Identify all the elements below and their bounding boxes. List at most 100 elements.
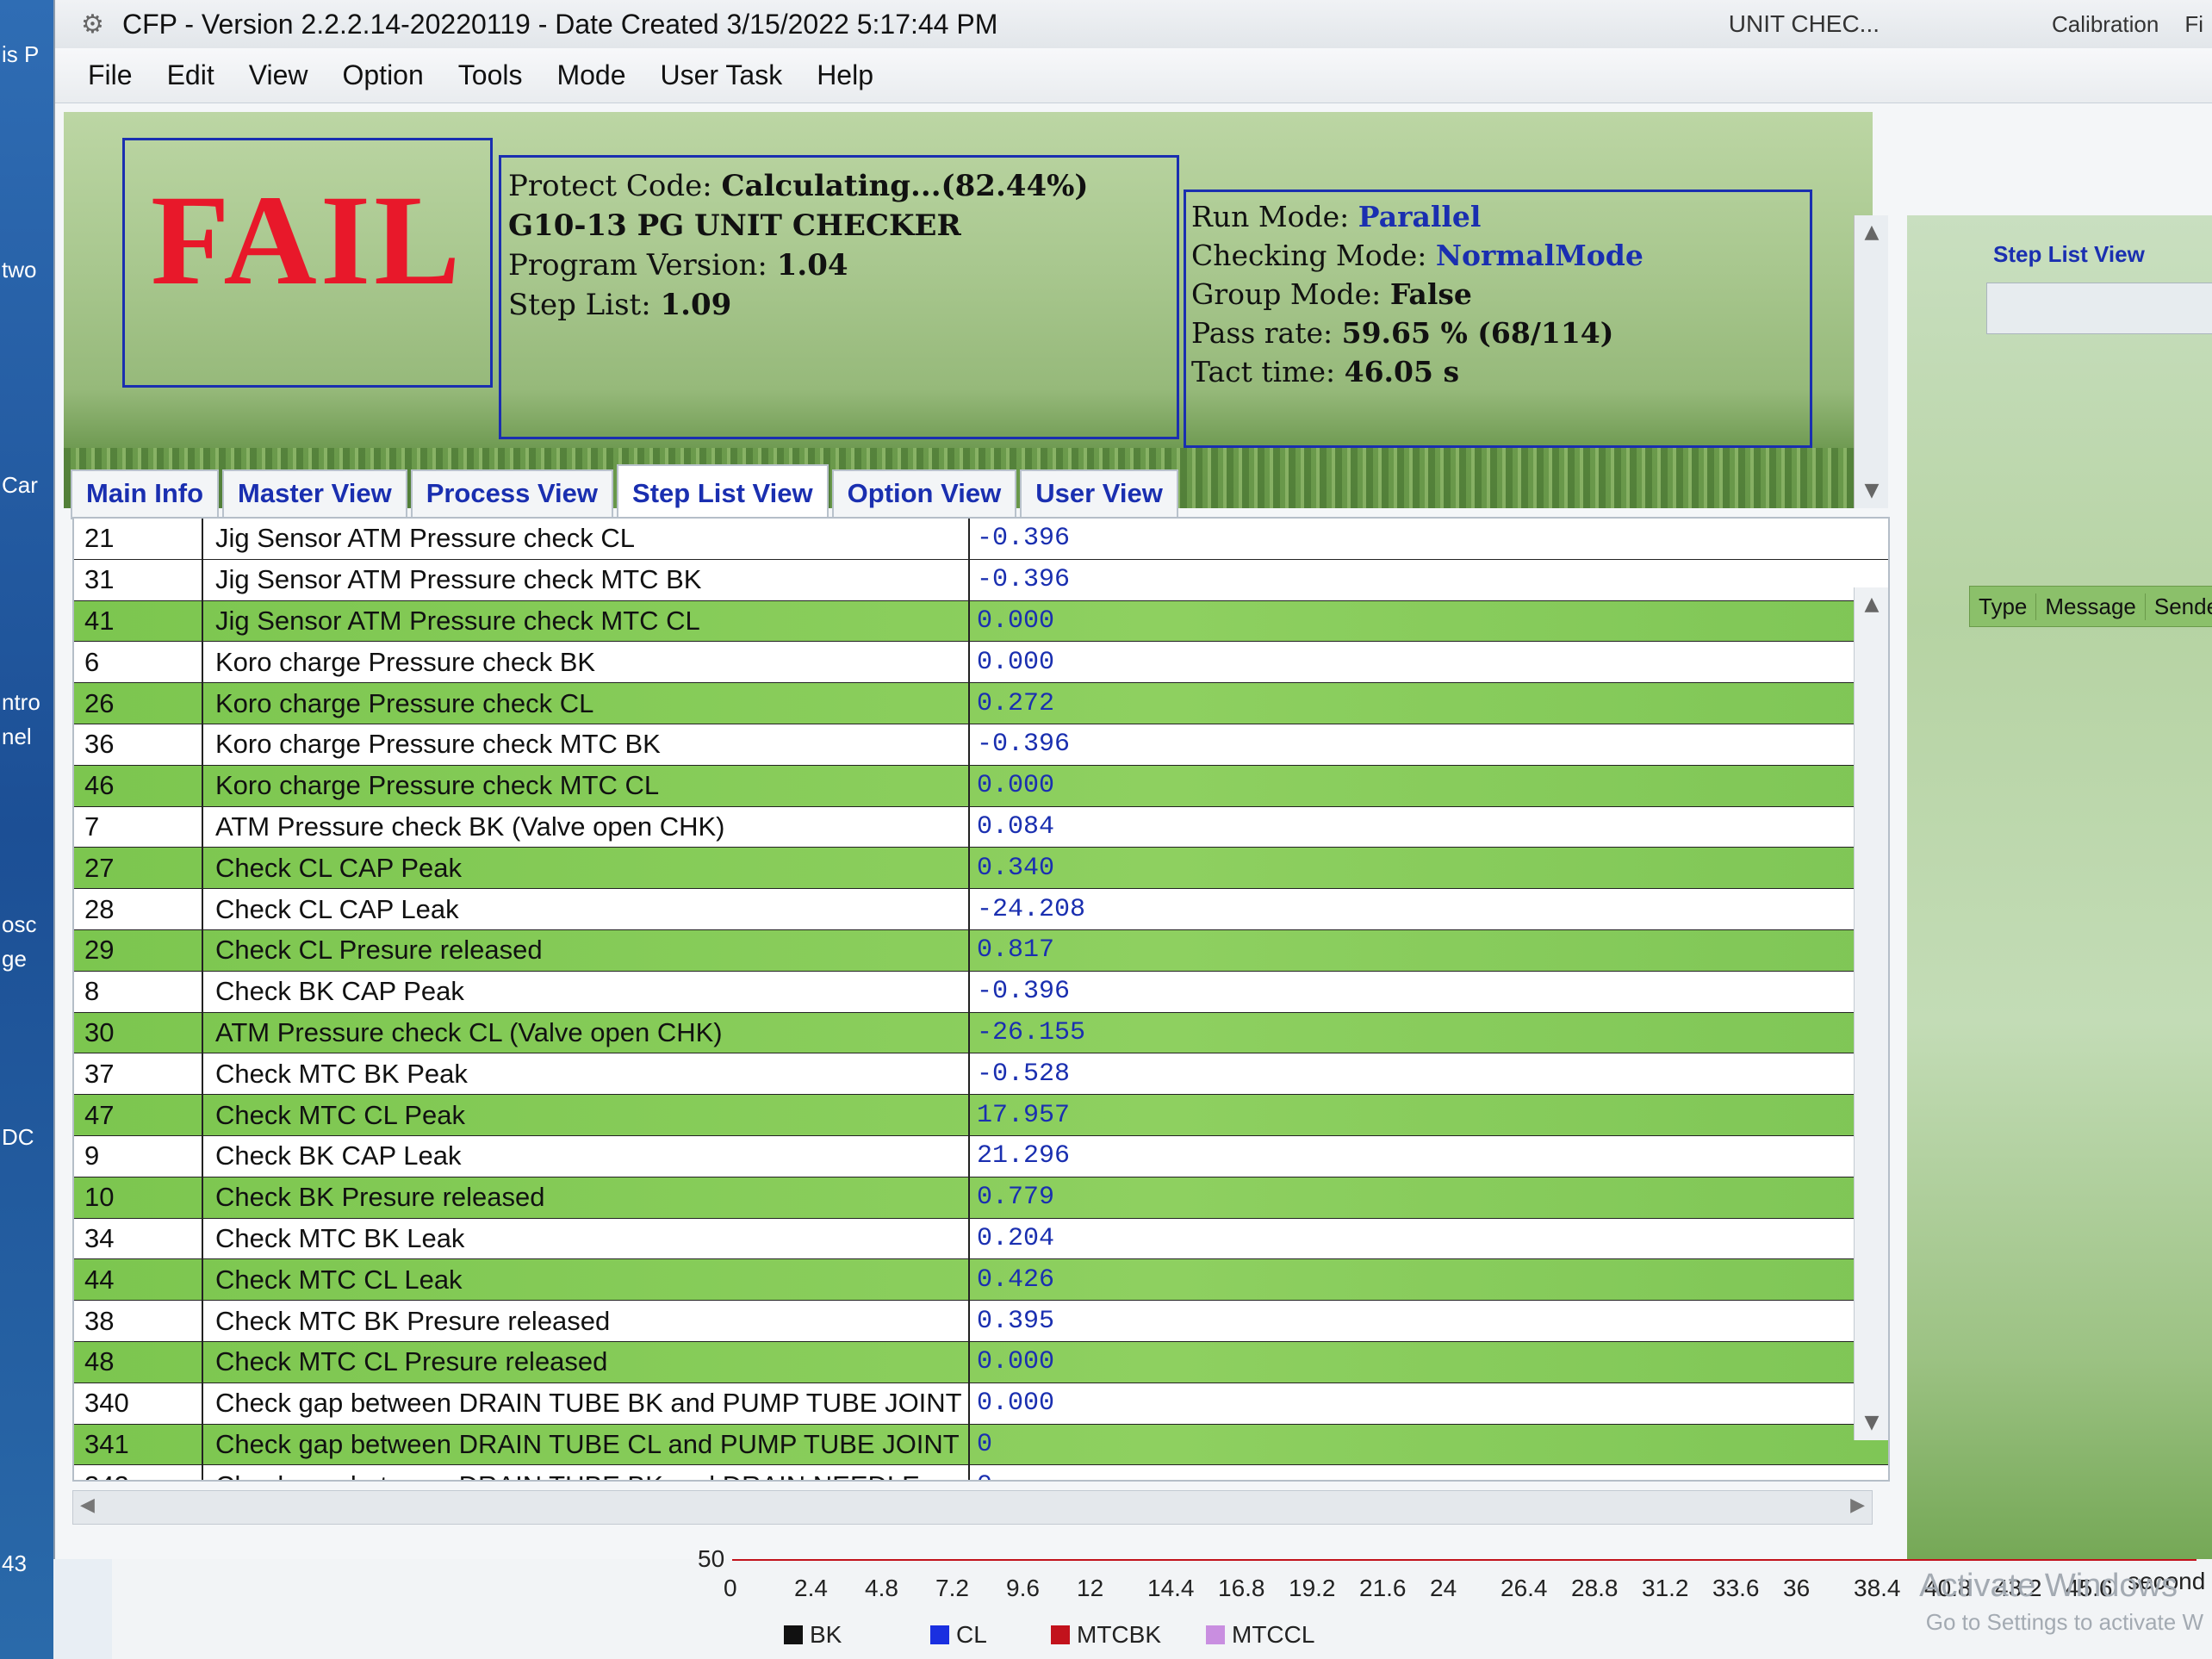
- scroll-right-icon[interactable]: ▶: [1850, 1494, 1865, 1516]
- table-row[interactable]: 28 Check CL CAP Leak -24.208: [74, 889, 1888, 930]
- top-item-unit-check[interactable]: UNIT CHEC...: [1729, 10, 1880, 38]
- legend-swatch: [784, 1625, 803, 1644]
- step-number: 34: [74, 1218, 203, 1259]
- step-name: ATM Pressure check BK (Valve open CHK): [203, 806, 970, 848]
- table-row[interactable]: 31 Jig Sensor ATM Pressure check MTC BK -0…: [74, 559, 1888, 601]
- program-info-box: Protect Code: Calculating...(82.44%) G10…: [499, 155, 1179, 439]
- tab-master-view[interactable]: Master View: [222, 469, 407, 519]
- table-row[interactable]: 41 Jig Sensor ATM Pressure check MTC CL 0.…: [74, 600, 1888, 643]
- step-name: Check MTC CL Presure released: [203, 1341, 970, 1382]
- result-box: FAIL: [122, 138, 493, 388]
- run-info-box: Run Mode: Parallel Checking Mode: Normal…: [1184, 190, 1812, 448]
- top-item-fi[interactable]: Fi: [2184, 11, 2203, 38]
- step-rows: 21 Jig Sensor ATM Pressure check CL -0.396…: [74, 519, 1888, 1480]
- desktop-strip: is P two Car ntro nel osc ge DC 43: [0, 0, 53, 1659]
- activate-windows-watermark: Activate Windows: [1919, 1568, 2178, 1604]
- step-number: 342: [74, 1465, 203, 1480]
- step-value: 0.000: [977, 771, 1055, 801]
- step-number: 21: [74, 519, 203, 559]
- step-number: 9: [74, 1135, 203, 1177]
- menu-tools[interactable]: Tools: [441, 59, 540, 91]
- scroll-up-icon[interactable]: ▲: [1855, 587, 1888, 622]
- tab-main-info[interactable]: Main Info: [71, 469, 220, 519]
- table-row[interactable]: 44 Check MTC CL Leak 0.426: [74, 1259, 1888, 1302]
- table-row[interactable]: 7 ATM Pressure check BK (Valve open CHK) 0…: [74, 806, 1888, 848]
- table-row[interactable]: 47 Check MTC CL Peak 17.957: [74, 1095, 1888, 1136]
- step-list-view-field[interactable]: [1986, 283, 2212, 334]
- legend-swatch: [930, 1625, 949, 1644]
- table-row[interactable]: 30 ATM Pressure check CL (Valve open CHK)…: [74, 1012, 1888, 1054]
- step-value: -0.396: [977, 524, 1071, 554]
- table-row[interactable]: 34 Check MTC BK Leak 0.204: [74, 1218, 1888, 1260]
- tab-user-view[interactable]: User View: [1020, 469, 1178, 519]
- window-title: CFP - Version 2.2.2.14-20220119 - Date C…: [122, 8, 998, 40]
- step-value: 0.779: [977, 1183, 1055, 1213]
- step-number: 31: [74, 559, 203, 600]
- scroll-down-icon[interactable]: ▼: [1855, 1406, 1888, 1440]
- table-row[interactable]: 342Check gap between DRAIN TUBE BK and D…: [74, 1465, 1888, 1480]
- program-version-value: 1.04: [776, 248, 848, 283]
- menu-view[interactable]: View: [232, 59, 326, 91]
- table-row[interactable]: 38 Check MTC BK Presure released 0.395: [74, 1301, 1888, 1342]
- step-value: 0.395: [977, 1306, 1055, 1336]
- scroll-down-icon[interactable]: ▼: [1855, 474, 1889, 508]
- desktop-label: ntro: [2, 689, 40, 715]
- header-scrollbar[interactable]: ▲ ▼: [1854, 215, 1888, 508]
- step-name: Check CL CAP Leak: [203, 889, 970, 929]
- menu-user-task[interactable]: User Task: [643, 59, 800, 91]
- step-name: Check gap between DRAIN TUBE BK and DRAI…: [203, 1465, 970, 1480]
- scroll-left-icon[interactable]: ◀: [80, 1494, 95, 1516]
- step-value: 0.340: [977, 853, 1055, 883]
- table-row[interactable]: 36 Koro charge Pressure check MTC BK -0.39…: [74, 724, 1888, 766]
- desktop-label: Car: [2, 472, 38, 498]
- step-name: Check BK CAP Peak: [203, 971, 970, 1012]
- table-horizontal-scrollbar[interactable]: ◀ ▶: [72, 1490, 1873, 1525]
- table-row[interactable]: 37 Check MTC BK Peak -0.528: [74, 1053, 1888, 1096]
- chart-x-tick: 19.2: [1289, 1575, 1336, 1601]
- step-name: Check MTC BK Presure released: [203, 1301, 970, 1341]
- table-row[interactable]: 8 Check BK CAP Peak -0.396: [74, 971, 1888, 1013]
- legend-swatch: [1206, 1625, 1225, 1644]
- tab-step-list-view[interactable]: Step List View: [617, 464, 829, 519]
- menu-edit[interactable]: Edit: [150, 59, 232, 91]
- step-name: Check CL CAP Peak: [203, 848, 970, 889]
- chart-x-tick: 14.4: [1147, 1575, 1195, 1601]
- table-row[interactable]: 341 Check gap between DRAIN TUBE CL and P…: [74, 1424, 1888, 1466]
- step-value: -0.396: [977, 565, 1071, 595]
- chart-x-tick: 9.6: [1006, 1575, 1040, 1601]
- column-sender[interactable]: Sender: [2146, 593, 2212, 620]
- step-number: 7: [74, 806, 203, 848]
- table-row[interactable]: 9 Check BK CAP Leak 21.296: [74, 1135, 1888, 1177]
- table-row[interactable]: 10 Check BK Presure released 0.779: [74, 1177, 1888, 1219]
- step-value: 0.000: [977, 1347, 1055, 1377]
- column-message[interactable]: Message: [2036, 593, 2146, 620]
- step-value: -0.396: [977, 977, 1071, 1007]
- table-row[interactable]: 6 Koro charge Pressure check BK 0.000: [74, 642, 1888, 684]
- table-row[interactable]: 48 Check MTC CL Presure released 0.000: [74, 1341, 1888, 1383]
- chart-x-tick: 31.2: [1642, 1575, 1689, 1601]
- menu-option[interactable]: Option: [325, 59, 440, 91]
- table-row[interactable]: 46 Koro charge Pressure check MTC CL 0.000: [74, 765, 1888, 807]
- menu-help[interactable]: Help: [799, 59, 891, 91]
- table-row[interactable]: 29 Check CL Presure released 0.817: [74, 929, 1888, 972]
- table-vertical-scrollbar[interactable]: ▲ ▼: [1854, 587, 1888, 1440]
- step-value: 0.084: [977, 811, 1055, 842]
- group-mode-label: Group Mode:: [1191, 277, 1382, 311]
- activate-windows-subtext: Go to Settings to activate W: [1925, 1609, 2203, 1635]
- tab-process-view[interactable]: Process View: [410, 469, 614, 519]
- chart-x-tick: 33.6: [1712, 1575, 1760, 1601]
- column-type[interactable]: Type: [1970, 593, 2037, 620]
- table-row[interactable]: 26 Koro charge Pressure check CL 0.272: [74, 683, 1888, 724]
- top-item-calibration[interactable]: Calibration: [2052, 11, 2159, 38]
- tab-option-view[interactable]: Option View: [831, 469, 1017, 519]
- menu-file[interactable]: File: [71, 59, 150, 91]
- scroll-up-icon[interactable]: ▲: [1855, 215, 1889, 250]
- chart-x-tick: 38.4: [1854, 1575, 1901, 1601]
- table-row[interactable]: 21 Jig Sensor ATM Pressure check CL -0.396: [74, 519, 1888, 560]
- table-row[interactable]: 340 Check gap between DRAIN TUBE BK and P…: [74, 1382, 1888, 1425]
- menu-mode[interactable]: Mode: [539, 59, 643, 91]
- protect-code-label: Protect Code:: [508, 169, 712, 203]
- step-number: 38: [74, 1301, 203, 1341]
- step-name: Jig Sensor ATM Pressure check CL: [203, 519, 970, 559]
- table-row[interactable]: 27 Check CL CAP Peak 0.340: [74, 848, 1888, 890]
